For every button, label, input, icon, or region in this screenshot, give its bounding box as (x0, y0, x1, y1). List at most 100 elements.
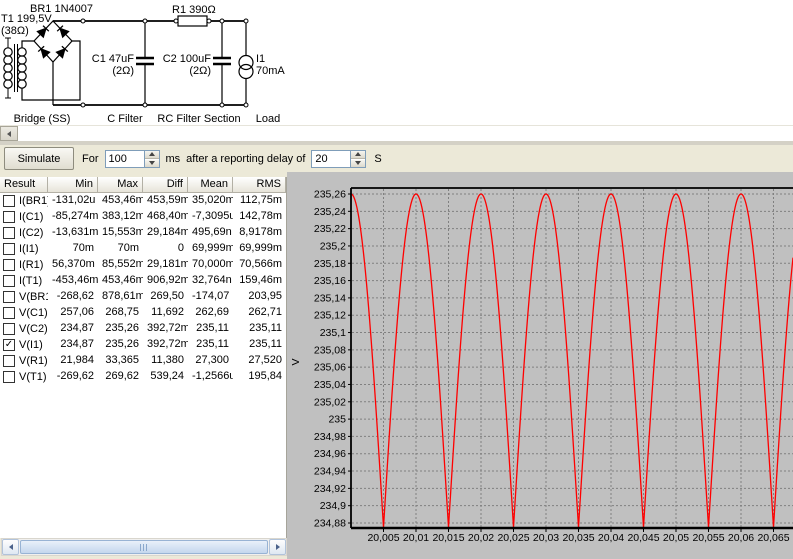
result-checkbox[interactable] (3, 275, 15, 287)
capacitor-c2-symbol[interactable] (213, 21, 231, 105)
table-row-i(br1)[interactable]: I(BR1) (0, 193, 48, 209)
y-tick-label: 235,06 (314, 362, 346, 374)
result-checkbox[interactable] (3, 195, 15, 207)
delay-spinbox (311, 150, 366, 168)
result-name: I(I1) (19, 243, 39, 255)
circuit-schematic: T1 199,5V (38Ω) BR1 1N4007 R1 390Ω C1 47… (0, 0, 793, 125)
table-row-i(t1)[interactable]: I(T1) (0, 273, 48, 289)
x-tick-label: 20,005 (367, 532, 399, 544)
cell-min: 234,87 (48, 321, 98, 337)
cell-rms: 70,566m (233, 257, 286, 273)
cell-max: 269,62 (98, 369, 143, 385)
i1-label: I1 (256, 53, 265, 65)
cell-max: 453,46m (98, 193, 143, 209)
results-scrollbar[interactable] (1, 538, 287, 556)
table-row-v(c1)[interactable]: V(C1) (0, 305, 48, 321)
i1-value-label: 70mA (256, 65, 285, 77)
section-label-cfilter: C Filter (107, 113, 143, 125)
column-header-max[interactable]: Max (98, 177, 143, 193)
current-source-i1-symbol[interactable] (239, 21, 253, 105)
cell-max: 268,75 (98, 305, 143, 321)
schematic-scrollbar[interactable] (0, 125, 793, 142)
schematic-pane: T1 199,5V (38Ω) BR1 1N4007 R1 390Ω C1 47… (0, 0, 793, 125)
results-scroll-left-button[interactable] (2, 539, 19, 555)
cell-rms: 235,11 (233, 321, 286, 337)
table-row-v(r1)[interactable]: V(R1) (0, 353, 48, 369)
cell-diff: 11,380 (143, 353, 188, 369)
delay-spin-down-button[interactable] (351, 159, 365, 167)
results-scroll-right-button[interactable] (269, 539, 286, 555)
y-tick-label: 235,26 (314, 189, 346, 201)
cell-rms: 142,78m (233, 209, 286, 225)
resistor-r1-symbol[interactable] (178, 16, 207, 26)
cell-rms: 235,11 (233, 337, 286, 353)
result-checkbox[interactable] (3, 243, 15, 255)
x-tick-label: 20,01 (403, 532, 429, 544)
simulation-control-bar: Simulate For ms after a reporting delay … (0, 145, 793, 172)
result-checkbox[interactable] (3, 307, 15, 319)
x-tick-label: 20,04 (598, 532, 624, 544)
y-tick-label: 234,9 (320, 500, 346, 512)
cell-min: 234,87 (48, 337, 98, 353)
column-header-min[interactable]: Min (48, 177, 98, 193)
result-checkbox[interactable] (3, 323, 15, 335)
transformer-impedance-label: (38Ω) (1, 25, 29, 37)
y-tick-label: 235,1 (320, 327, 346, 339)
cell-diff: 29,181m (143, 257, 188, 273)
result-checkbox[interactable] (3, 371, 15, 383)
cell-min: 21,984 (48, 353, 98, 369)
column-header-rms[interactable]: RMS (233, 177, 286, 193)
delay-label: after a reporting delay of (186, 153, 305, 165)
schematic-scroll-left-button[interactable] (0, 126, 18, 141)
delay-spin-up-button[interactable] (351, 151, 365, 159)
y-tick-label: 234,96 (314, 448, 346, 460)
result-checkbox[interactable] (3, 355, 15, 367)
table-row-i(r1)[interactable]: I(R1) (0, 257, 48, 273)
result-checkbox[interactable] (3, 211, 15, 223)
cell-min: -269,62 (48, 369, 98, 385)
results-scroll-thumb[interactable] (20, 540, 268, 554)
duration-spin-up-button[interactable] (145, 151, 159, 159)
y-tick-label: 235,04 (314, 379, 346, 391)
cell-diff: 29,184m (143, 225, 188, 241)
duration-input[interactable] (105, 150, 144, 168)
y-tick-label: 235,16 (314, 275, 346, 287)
delay-input[interactable] (311, 150, 350, 168)
cell-max: 383,12m (98, 209, 143, 225)
result-checkbox[interactable] (3, 259, 15, 271)
bridge-rectifier-br1-symbol[interactable] (34, 21, 72, 105)
cell-diff: 453,59m (143, 193, 188, 209)
result-checkbox[interactable] (3, 227, 15, 239)
column-header-mean[interactable]: Mean (188, 177, 233, 193)
table-row-v(t1)[interactable]: V(T1) (0, 369, 48, 385)
table-row-v(i1)[interactable]: ✓V(I1) (0, 337, 48, 353)
transformer-t1-symbol[interactable] (4, 38, 26, 98)
waveform-plot[interactable]: 20,00520,0120,01520,0220,02520,0320,0352… (287, 172, 793, 559)
cell-max: 235,26 (98, 321, 143, 337)
result-checkbox[interactable] (3, 291, 15, 303)
x-tick-label: 20,015 (432, 532, 464, 544)
result-checkbox[interactable]: ✓ (3, 339, 15, 351)
cell-min: -453,46m (48, 273, 98, 289)
results-table: ResultMinMaxDiffMeanRMSI(BR1)-131,02u453… (0, 177, 287, 538)
cell-min: -131,02u (48, 193, 98, 209)
duration-unit-label: ms (166, 153, 181, 165)
table-row-i(c1)[interactable]: I(C1) (0, 209, 48, 225)
scroll-left-icon (7, 131, 11, 137)
table-row-v(c2)[interactable]: V(C2) (0, 321, 48, 337)
cell-rms: 195,84 (233, 369, 286, 385)
section-label-rcfilter: RC Filter Section (157, 113, 240, 125)
table-row-i(c2)[interactable]: I(C2) (0, 225, 48, 241)
simulate-button[interactable]: Simulate (4, 147, 74, 170)
column-header-diff[interactable]: Diff (143, 177, 188, 193)
column-header-result[interactable]: Result (0, 177, 48, 193)
duration-spin-down-button[interactable] (145, 159, 159, 167)
table-row-i(i1)[interactable]: I(I1) (0, 241, 48, 257)
x-tick-label: 20,025 (497, 532, 529, 544)
cell-mean: 32,764n (188, 273, 233, 289)
cell-mean: 27,300 (188, 353, 233, 369)
result-name: I(C2) (19, 227, 43, 239)
table-row-v(br1)[interactable]: V(BR1) (0, 289, 48, 305)
capacitor-c1-symbol[interactable] (136, 21, 154, 105)
x-tick-label: 20,055 (692, 532, 724, 544)
